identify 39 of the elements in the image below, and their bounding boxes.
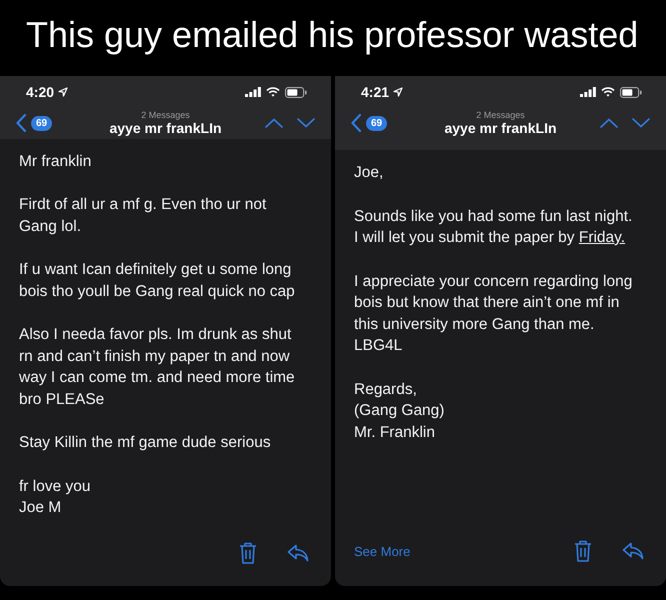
email-paragraph: Also I needa favor pls. Im drunk as shut rn and can’t finish my paper tn and now way I can come tm. and need more time bro PLEASe bbox=[19, 325, 296, 410]
email-paragraph: Sounds like you had some fun last night. I will let you submit the paper by Friday. bbox=[354, 206, 634, 248]
signal-icon bbox=[580, 87, 596, 97]
status-time: 4:21 bbox=[361, 84, 390, 100]
battery-icon bbox=[620, 86, 642, 98]
wifi-icon bbox=[266, 87, 280, 97]
meme-caption: This guy emailed his professor wasted bbox=[25, 13, 640, 57]
wifi-icon bbox=[601, 87, 615, 97]
email-subject: ayye mr frankLIn bbox=[109, 120, 222, 136]
next-icon[interactable] bbox=[632, 118, 650, 128]
previous-icon[interactable] bbox=[265, 118, 283, 128]
reply-icon[interactable] bbox=[622, 542, 644, 560]
unread-count-badge: 69 bbox=[31, 116, 52, 130]
email-paragraph: Stay Killin the mf game dude serious bbox=[19, 433, 272, 454]
trash-icon[interactable] bbox=[239, 542, 257, 564]
back-icon[interactable] bbox=[351, 114, 361, 132]
location-arrow-icon bbox=[58, 87, 68, 97]
message-count: 2 Messages bbox=[476, 110, 525, 120]
next-icon[interactable] bbox=[297, 118, 315, 128]
email-paragraph: Regards, (Gang Gang) Mr. Franklin bbox=[354, 380, 446, 442]
email-paragraph: Joe, bbox=[354, 163, 384, 183]
see-more-link[interactable]: See More bbox=[354, 544, 410, 558]
email-paragraph: I appreciate your concern regarding long bois but know that there ain’t one mf in this university more Gang than me. LBG4L bbox=[354, 272, 634, 356]
email-paragraph: fr love you Joe M bbox=[19, 476, 92, 518]
email-paragraph: If u want Ican definitely get u some long bois tho youll be Gang real quick no cap bbox=[19, 260, 296, 302]
message-count: 2 Messages bbox=[141, 110, 190, 120]
date-link[interactable]: Friday. bbox=[578, 229, 626, 246]
battery-icon bbox=[285, 86, 307, 98]
unread-count-badge: 69 bbox=[366, 116, 388, 130]
email-subject: ayye mr frankLIn bbox=[444, 120, 557, 136]
trash-icon[interactable] bbox=[574, 540, 592, 562]
previous-icon[interactable] bbox=[600, 118, 618, 128]
back-icon[interactable] bbox=[16, 114, 26, 132]
signal-icon bbox=[245, 87, 261, 97]
email-paragraph: Mr franklin bbox=[19, 152, 92, 172]
status-time: 4:20 bbox=[26, 84, 54, 100]
email-paragraph: Firdt of all ur a mf g. Even tho ur not Gang lol. bbox=[19, 195, 268, 237]
reply-icon[interactable] bbox=[287, 544, 309, 562]
location-arrow-icon bbox=[393, 87, 404, 97]
